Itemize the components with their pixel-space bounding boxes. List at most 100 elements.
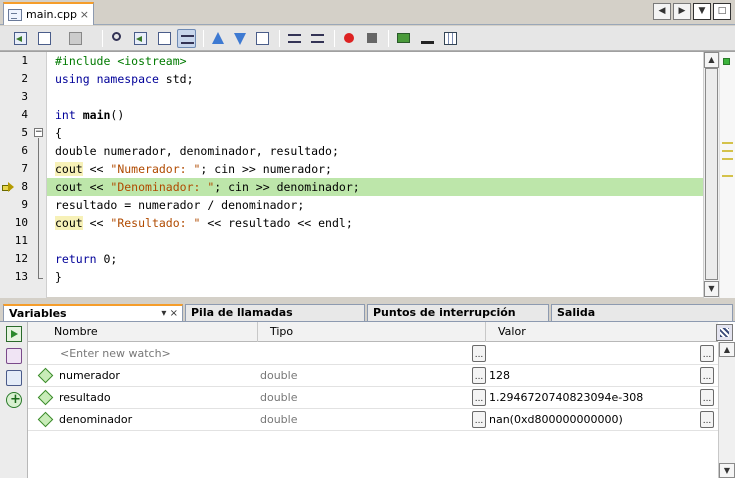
comment-button[interactable] (394, 29, 413, 48)
add-watch-icon[interactable] (6, 392, 22, 408)
shift-left-button[interactable] (285, 29, 304, 48)
find-selection-icon (112, 32, 121, 41)
edit-value-button[interactable]: ... (700, 389, 714, 406)
close-tab-icon[interactable]: × (80, 8, 89, 21)
include-header: <iostream> (117, 54, 187, 68)
edit-type-button[interactable]: ... (472, 367, 486, 384)
document-list-button[interactable]: ▼ (693, 3, 711, 20)
forward-button[interactable] (66, 29, 85, 48)
edit-type-button[interactable]: ... (472, 411, 486, 428)
scroll-down-button[interactable]: ▼ (719, 463, 735, 478)
find-next-button[interactable] (155, 29, 174, 48)
variable-value[interactable]: 1.2946720740823094e-308 (489, 387, 694, 409)
code-text: << (82, 216, 111, 230)
stop-macro-icon (367, 33, 377, 43)
edit-name-button[interactable]: ... (472, 345, 486, 362)
code-area[interactable]: #include <iostream> using namespace std;… (47, 52, 703, 298)
occurrence-mark[interactable] (722, 150, 733, 152)
keyword: using (55, 72, 90, 86)
editor-vertical-scrollbar[interactable]: ▲ ▼ (703, 52, 719, 298)
occurrence-mark[interactable] (722, 175, 733, 177)
scroll-down-button[interactable]: ▼ (704, 281, 719, 297)
step-over-button[interactable] (253, 29, 272, 48)
step-out-icon (212, 32, 224, 44)
step-into-button[interactable] (231, 29, 250, 48)
stop-macro-button[interactable] (363, 29, 382, 48)
line-number: 2 (21, 72, 28, 85)
line-number: 1 (21, 54, 28, 67)
restore-window-button[interactable]: □ (713, 3, 731, 20)
show-inherited-icon[interactable] (6, 370, 22, 386)
edit-value-button[interactable]: ... (700, 411, 714, 428)
scroll-thumb[interactable] (705, 68, 718, 280)
column-header-value[interactable]: Valor (486, 322, 718, 342)
occurrence-mark[interactable] (722, 142, 733, 144)
variables-vertical-scrollbar[interactable]: ▲ ▼ (718, 342, 735, 478)
column-header-name[interactable]: Nombre (28, 322, 258, 342)
find-selection-button[interactable] (109, 29, 128, 48)
variables-side-toolbar (0, 322, 28, 478)
back-button[interactable] (35, 29, 54, 48)
column-header-type[interactable]: Tipo (258, 322, 486, 342)
table-row[interactable]: denominador double ... nan(0xd8000000000… (28, 409, 718, 431)
code-text: << (82, 180, 111, 194)
tab-variables[interactable]: Variables ▾ × (3, 304, 183, 322)
code-editor[interactable]: 1 2 3 4 5 6 7 8 9 10 11 12 13 − #include… (0, 51, 735, 298)
edit-type-button[interactable]: ... (472, 389, 486, 406)
tab-label: Salida (557, 306, 596, 319)
table-row[interactable]: numerador double ... 128 ... (28, 365, 718, 387)
toolbar-separator (334, 30, 335, 47)
show-static-icon[interactable] (6, 348, 22, 364)
variable-name: numerador (59, 369, 120, 382)
function-name: main (82, 108, 111, 122)
next-document-button[interactable]: ▶ (673, 3, 691, 20)
scroll-up-button[interactable]: ▲ (719, 342, 735, 357)
variable-value[interactable]: nan(0xd800000000000) (489, 409, 694, 431)
line-number: 3 (21, 90, 28, 103)
variable-name: resultado (59, 391, 111, 404)
step-out-button[interactable] (209, 29, 228, 48)
error-stripe[interactable] (719, 52, 735, 298)
toggle-breakpoint-button[interactable] (340, 29, 359, 48)
go-to-source-icon[interactable] (6, 326, 22, 342)
tab-menu-close-icons[interactable]: ▾ × (161, 306, 178, 322)
string-literal: "Numerador: " (110, 162, 201, 176)
toggle-highlight-button[interactable] (177, 29, 196, 48)
fold-guide (38, 138, 39, 278)
new-watch-placeholder[interactable]: <Enter new watch> (60, 343, 260, 365)
table-row[interactable]: resultado double ... 1.2946720740823094e… (28, 387, 718, 409)
variable-value[interactable]: 128 (489, 365, 689, 387)
tab-breakpoints[interactable]: Puntos de interrupción (367, 304, 549, 322)
keyword: namespace (96, 72, 159, 86)
comment-icon (397, 33, 410, 43)
code-text: () (110, 108, 125, 122)
new-watch-row[interactable]: <Enter new watch> ... ... (28, 343, 718, 365)
column-settings-icon[interactable] (716, 324, 733, 341)
tab-label: Variables (9, 307, 67, 320)
last-edit-button[interactable] (11, 29, 30, 48)
tab-call-stack[interactable]: Pila de llamadas (185, 304, 365, 322)
preprocessor-directive: #include (55, 54, 111, 68)
line-number: 6 (21, 144, 28, 157)
previous-document-button[interactable]: ◀ (653, 3, 671, 20)
find-previous-button[interactable] (131, 29, 150, 48)
edit-value-button[interactable]: ... (700, 345, 714, 362)
uncomment-button[interactable] (418, 29, 437, 48)
shift-right-icon (311, 34, 324, 43)
occurrence-mark[interactable] (722, 158, 733, 160)
scroll-up-button[interactable]: ▲ (704, 52, 719, 68)
editor-tab-main-cpp[interactable]: main.cpp × (3, 2, 94, 25)
shift-right-button[interactable] (308, 29, 327, 48)
variable-icon (37, 411, 54, 428)
edit-value-button[interactable]: ... (700, 367, 714, 384)
variable-icon (37, 367, 54, 384)
code-line-2: using namespace std; (47, 70, 703, 88)
tab-output[interactable]: Salida (551, 304, 733, 322)
uncomment-icon (421, 32, 434, 44)
code-fold-toggle[interactable]: − (34, 128, 43, 137)
line-number: 10 (14, 216, 28, 229)
variable-type: double (260, 413, 298, 426)
line-number-gutter: 1 2 3 4 5 6 7 8 9 10 11 12 13 − (0, 52, 47, 298)
diff-button[interactable] (441, 29, 460, 48)
step-over-icon (256, 32, 269, 45)
